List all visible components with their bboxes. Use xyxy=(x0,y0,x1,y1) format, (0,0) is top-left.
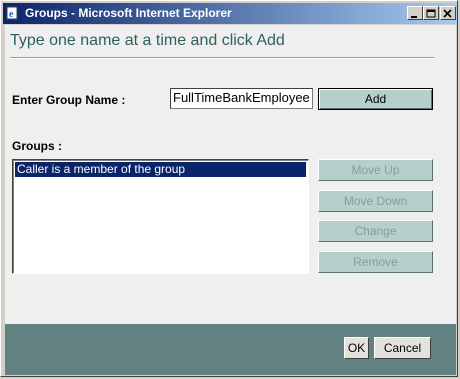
maximize-button[interactable] xyxy=(423,6,439,20)
ok-button[interactable]: OK xyxy=(344,337,369,359)
close-icon xyxy=(443,9,452,18)
groups-listbox[interactable]: Caller is a member of the group xyxy=(12,159,309,274)
minimize-icon xyxy=(411,16,417,18)
groups-label: Groups : xyxy=(12,139,62,153)
header-divider xyxy=(10,57,434,59)
close-button[interactable] xyxy=(440,6,456,20)
ie-page-icon: e xyxy=(6,6,20,20)
minimize-button[interactable] xyxy=(407,6,423,20)
group-name-label: Enter Group Name : xyxy=(12,93,126,107)
page-title: Type one name at a time and click Add xyxy=(10,32,285,49)
cancel-button[interactable]: Cancel xyxy=(374,337,431,359)
move-up-button[interactable]: Move Up xyxy=(318,159,433,181)
change-button[interactable]: Change xyxy=(318,220,433,242)
window-title: Groups - Microsoft Internet Explorer xyxy=(25,6,232,20)
title-bar[interactable]: e Groups - Microsoft Internet Explorer xyxy=(3,3,457,24)
move-down-button[interactable]: Move Down xyxy=(318,190,433,212)
dialog-window: e Groups - Microsoft Internet Explorer T… xyxy=(0,0,458,377)
remove-button[interactable]: Remove xyxy=(318,251,433,273)
dialog-content: Type one name at a time and click Add En… xyxy=(5,25,456,375)
group-name-input[interactable]: FullTimeBankEmployee xyxy=(170,88,313,109)
svg-text:e: e xyxy=(9,9,14,20)
maximize-icon xyxy=(426,9,436,18)
add-button[interactable]: Add xyxy=(318,88,433,110)
dialog-footer: OK Cancel xyxy=(5,324,456,375)
list-item[interactable]: Caller is a member of the group xyxy=(15,162,306,177)
